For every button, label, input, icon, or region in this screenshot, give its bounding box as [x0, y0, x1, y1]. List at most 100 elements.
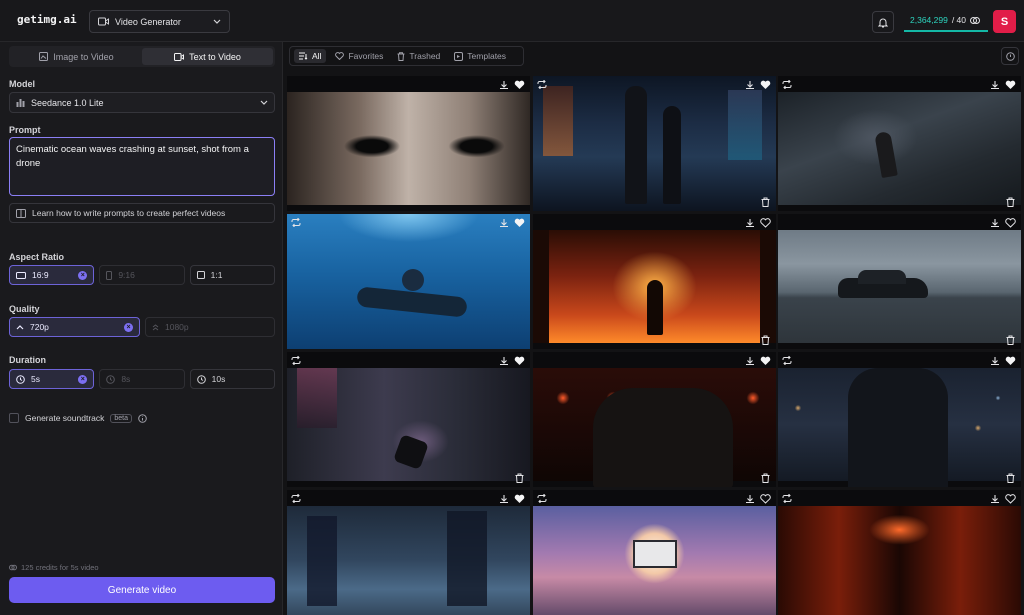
repeat-icon[interactable] [291, 218, 301, 227]
video-tile[interactable] [287, 352, 530, 487]
chevron-down-icon [213, 19, 221, 24]
download-icon[interactable] [990, 218, 1000, 228]
download-icon[interactable] [499, 356, 509, 366]
trash-icon[interactable] [515, 473, 524, 483]
aspect-16-9-option[interactable]: 16:9 × [9, 265, 95, 285]
duration-8s-option[interactable]: 8s [99, 369, 185, 389]
download-icon[interactable] [499, 218, 509, 228]
video-tile[interactable] [287, 490, 530, 615]
download-icon[interactable] [990, 356, 1000, 366]
heart-outline-icon[interactable] [760, 494, 771, 504]
download-icon[interactable] [745, 80, 755, 90]
gallery-filter-bar: All Favorites Trashed Templates [283, 42, 1024, 74]
video-tile[interactable] [778, 352, 1021, 487]
filter-favorites[interactable]: Favorites [330, 49, 388, 63]
close-icon[interactable]: × [78, 374, 88, 384]
cost-note-text: 125 credits for 5s video [21, 563, 99, 572]
download-icon[interactable] [745, 356, 755, 366]
trash-icon[interactable] [761, 473, 770, 483]
video-tile[interactable] [533, 490, 776, 615]
credits-counter[interactable]: 2,364,299 / 40 [904, 10, 988, 32]
credits-limit: / 40 [951, 15, 967, 25]
heart-filled-icon[interactable] [760, 356, 771, 366]
quality-720p-option[interactable]: 720p × [9, 317, 140, 337]
trash-icon[interactable] [761, 335, 770, 345]
filter-all[interactable]: All [294, 49, 327, 63]
download-icon[interactable] [499, 494, 509, 504]
video-tile[interactable] [287, 214, 530, 349]
repeat-icon[interactable] [537, 80, 547, 89]
video-tile[interactable] [533, 76, 776, 211]
download-icon[interactable] [745, 218, 755, 228]
app-logo[interactable]: getimg.ai [17, 13, 77, 26]
duration-10s-option[interactable]: 10s [189, 369, 275, 389]
trash-icon[interactable] [1006, 335, 1015, 345]
video-tile[interactable] [533, 214, 776, 349]
learn-prompts-link[interactable]: Learn how to write prompts to create per… [9, 203, 275, 223]
heart-filled-icon[interactable] [1005, 80, 1016, 90]
quality-1080p-option[interactable]: 1080p [145, 317, 275, 337]
repeat-icon[interactable] [537, 494, 547, 503]
heart-outline-icon[interactable] [1005, 218, 1016, 228]
chevron-up-icon [16, 324, 24, 330]
tile-trash [515, 473, 524, 483]
tool-select[interactable]: Video Generator [89, 10, 230, 33]
video-tile[interactable] [778, 214, 1021, 349]
repeat-icon[interactable] [782, 80, 792, 89]
aspect-9-16-option[interactable]: 9:16 [99, 265, 185, 285]
trash-icon[interactable] [1006, 473, 1015, 483]
repeat-icon[interactable] [291, 356, 301, 365]
aspect-ratio-options: 16:9 × 9:16 1:1 [9, 265, 275, 285]
filter-templates[interactable]: Templates [449, 49, 511, 63]
heart-filled-icon[interactable] [514, 80, 525, 90]
download-icon[interactable] [990, 80, 1000, 90]
bars-icon [16, 98, 25, 107]
soundtrack-toggle[interactable]: Generate soundtrack beta [9, 413, 147, 423]
image-icon [39, 52, 49, 61]
help-button[interactable] [1001, 47, 1019, 65]
heart-outline-icon[interactable] [1005, 494, 1016, 504]
repeat-icon[interactable] [291, 494, 301, 503]
tall-rect-icon [106, 270, 113, 280]
repeat-icon[interactable] [782, 494, 792, 503]
video-thumbnail [533, 76, 776, 211]
repeat-icon[interactable] [782, 356, 792, 365]
duration-5s-option[interactable]: 5s × [9, 369, 95, 389]
gallery-filters: All Favorites Trashed Templates [289, 46, 524, 66]
trash-icon[interactable] [1006, 197, 1015, 207]
heart-outline-icon[interactable] [760, 218, 771, 228]
notifications-button[interactable] [872, 11, 894, 33]
list-icon [299, 52, 308, 60]
soundtrack-checkbox[interactable] [9, 413, 19, 423]
download-icon[interactable] [499, 80, 509, 90]
video-tile[interactable] [778, 490, 1021, 615]
info-icon[interactable] [138, 413, 147, 423]
filter-favorites-label: Favorites [348, 51, 384, 61]
prompt-label: Prompt [9, 125, 41, 135]
model-select[interactable]: Seedance 1.0 Lite [9, 92, 275, 113]
aspect-1-1-option[interactable]: 1:1 [189, 265, 275, 285]
trash-icon[interactable] [761, 197, 770, 207]
generate-video-button[interactable]: Generate video [9, 577, 275, 603]
close-icon[interactable]: × [78, 270, 88, 280]
video-tile[interactable] [287, 76, 530, 211]
download-icon[interactable] [990, 494, 1000, 504]
user-avatar[interactable]: S [993, 10, 1016, 33]
filter-trashed[interactable]: Trashed [392, 49, 445, 63]
heart-filled-icon[interactable] [514, 218, 525, 228]
download-icon[interactable] [745, 494, 755, 504]
tab-text-to-video[interactable]: Text to Video [142, 48, 273, 65]
duration-10s-label: 10s [211, 374, 226, 384]
help-icon [1005, 51, 1015, 61]
heart-filled-icon[interactable] [1005, 356, 1016, 366]
heart-filled-icon[interactable] [514, 494, 525, 504]
tile-actions [990, 356, 1016, 366]
video-tile[interactable] [778, 76, 1021, 211]
heart-filled-icon[interactable] [760, 80, 771, 90]
quality-1080p-label: 1080p [165, 322, 189, 332]
video-tile[interactable] [533, 352, 776, 487]
close-icon[interactable]: × [124, 322, 133, 332]
prompt-textarea[interactable]: Cinematic ocean waves crashing at sunset… [9, 137, 275, 196]
heart-filled-icon[interactable] [514, 356, 525, 366]
tab-image-to-video[interactable]: Image to Video [11, 48, 142, 65]
